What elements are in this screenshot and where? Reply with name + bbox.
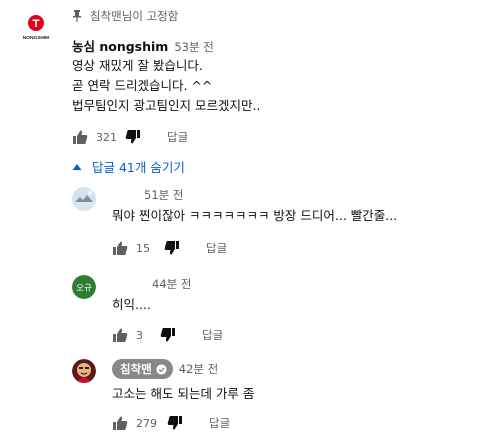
reply-button[interactable]: 답글 xyxy=(206,240,227,256)
verified-check-icon xyxy=(156,363,167,375)
reply-avatar[interactable] xyxy=(72,187,96,211)
thumbs-down-icon[interactable] xyxy=(164,240,180,256)
reply-header: 44분 전 xyxy=(112,276,191,292)
like-count: 3 xyxy=(136,328,143,342)
like-count: 279 xyxy=(136,416,157,430)
reply-avatar[interactable]: 오규 xyxy=(72,275,96,299)
reply-time[interactable]: 44분 전 xyxy=(152,276,191,292)
thumbs-down-icon[interactable] xyxy=(125,129,141,145)
like-count: 15 xyxy=(136,241,150,255)
reply-author: 침착맨 xyxy=(120,362,152,376)
reply-button[interactable]: 답글 xyxy=(202,327,223,343)
channel-owner-badge[interactable]: 침착맨 xyxy=(112,359,173,379)
like-count: 321 xyxy=(96,130,117,144)
reply-actions: 15 답글 xyxy=(112,240,227,256)
reply-button[interactable]: 답글 xyxy=(167,129,188,145)
reply-text: 뭐야 찐이잖아 ㅋㅋㅋㅋㅋㅋㅋ 방장 드디어... 빨간줄... xyxy=(112,208,398,223)
thumbs-down-icon[interactable] xyxy=(167,415,183,431)
reply-time[interactable]: 42분 전 xyxy=(179,361,218,377)
comment-line: 법무팀인지 광고팀인지 모르겠지만.. xyxy=(72,98,261,113)
hide-replies-toggle[interactable]: 답글 41개 숨기기 xyxy=(72,157,185,176)
nongshim-avatar[interactable]: NONGSHIM xyxy=(18,10,54,46)
reply-text: 히익.... xyxy=(112,297,151,312)
comment-line: 영상 재밌게 잘 봤습니다. xyxy=(72,58,203,73)
owner-avatar[interactable] xyxy=(72,359,96,383)
reply-button[interactable]: 답글 xyxy=(209,415,230,431)
pinned-indicator: 침착맨님이 고정함 xyxy=(72,8,178,24)
reply-actions: 3 답글 xyxy=(112,327,223,343)
comment-line: 곧 연락 드리겠습니다. ^^ xyxy=(72,78,213,93)
avatar-initials: 오규 xyxy=(76,284,92,294)
thumbs-down-icon[interactable] xyxy=(160,327,176,343)
reply-header: 51분 전 xyxy=(112,187,183,203)
comment-time[interactable]: 53분 전 xyxy=(174,39,213,55)
thumbs-up-icon[interactable] xyxy=(112,240,128,256)
thumbs-up-icon[interactable] xyxy=(72,129,88,145)
comment-header: 농심 nongshim 53분 전 xyxy=(72,36,214,55)
comment-author[interactable]: 농심 nongshim xyxy=(72,36,168,55)
comment-actions: 321 답글 xyxy=(72,129,188,145)
hide-replies-label: 답글 41개 숨기기 xyxy=(92,160,185,175)
comment-body: 영상 재밌게 잘 봤습니다. 곧 연락 드리겠습니다. ^^ 법무팀인지 광고팀… xyxy=(72,56,260,116)
pin-icon xyxy=(73,10,81,22)
thumbs-up-icon[interactable] xyxy=(112,415,128,431)
reply-text: 고소는 해도 되는데 가루 좀 xyxy=(112,386,255,401)
thumbs-up-icon[interactable] xyxy=(112,327,128,343)
reply-actions: 279 답글 xyxy=(112,415,230,431)
reply-header: 침착맨 42분 전 xyxy=(112,359,218,379)
reply-time[interactable]: 51분 전 xyxy=(144,187,183,203)
avatar-logo-text: NONGSHIM xyxy=(23,35,49,41)
pinned-label: 침착맨님이 고정함 xyxy=(90,9,179,23)
caret-up-icon xyxy=(72,163,82,170)
